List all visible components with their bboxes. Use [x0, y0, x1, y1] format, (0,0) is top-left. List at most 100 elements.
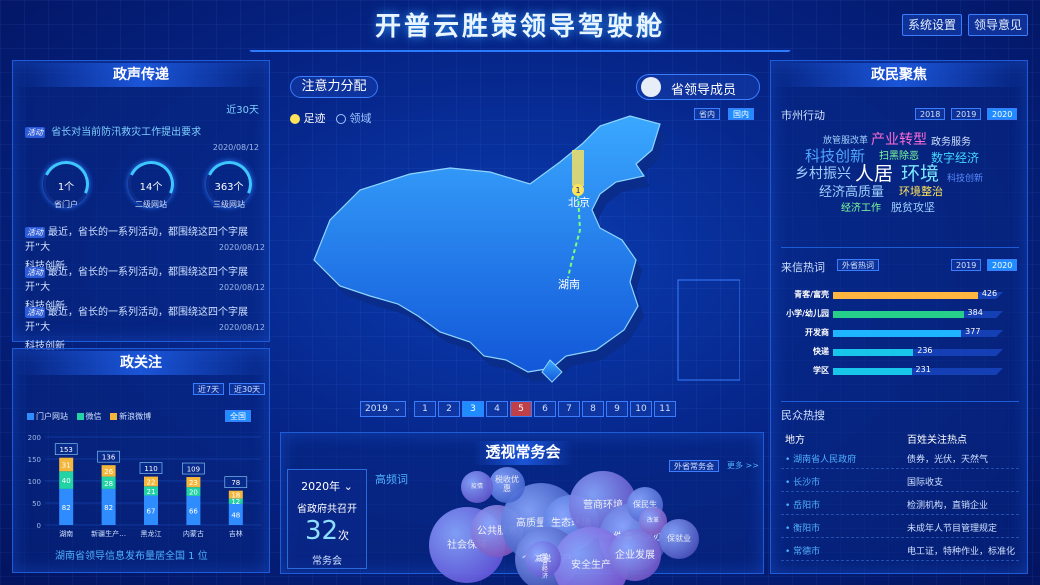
beijing-pillar — [572, 150, 584, 186]
year-value: 2019 — [365, 404, 388, 414]
scope-all-button[interactable]: 全国 — [225, 410, 251, 422]
gov-voice-title: 政声传递 — [13, 63, 269, 87]
leader-selector[interactable]: 省领导成员 — [636, 74, 760, 100]
search-row[interactable]: • 湖南省人民政府 债券，光伏，天然气 — [781, 447, 1019, 469]
search-row[interactable]: • 岳阳市 检测机构，直销企业 — [781, 493, 1019, 515]
period-label[interactable]: 近30天 — [226, 101, 259, 116]
page-6-button[interactable]: 6 — [534, 401, 556, 417]
hotword-row[interactable]: 快递 236 — [781, 346, 1019, 360]
hot-word[interactable]: 经济高质量 — [819, 181, 884, 200]
meeting-count: 32 — [304, 516, 339, 546]
news-text: 最近，省长的一系列活动，都围绕这四个字展开“大 — [25, 267, 248, 293]
more-link[interactable]: 更多 >> — [727, 460, 759, 471]
bar-value-label: 26 — [104, 468, 113, 476]
hotword-bars: 青客/富壳 426 小学/幼儿园 384 开发商 377 快递 236 学区 231 — [781, 289, 1019, 389]
news-item[interactable]: 活动 最近，省长的一系列活动，都围绕这四个字展开“大 科技创新 2020/08/1… — [25, 303, 265, 352]
hot-word[interactable]: 政务服务 — [931, 133, 971, 148]
bar-value-label: 82 — [62, 504, 71, 512]
outside-hotwords-tab[interactable]: 外省热词 — [837, 259, 879, 271]
page-5-button[interactable]: 5 — [510, 401, 532, 417]
page-2-button[interactable]: 2 — [438, 401, 460, 417]
page-1-button[interactable]: 1 — [414, 401, 436, 417]
headline-item[interactable]: 活动 省长对当前防汛救灾工作提出要求 — [25, 123, 201, 138]
marker-number: 1 — [575, 186, 580, 195]
bar-value-label: 23 — [189, 479, 198, 487]
hunan-label: 湖南 — [558, 278, 580, 291]
system-settings-button[interactable]: 系统设置 — [902, 14, 962, 36]
topic-cell: 国际收支 — [907, 478, 944, 488]
keyword-bubble[interactable]: 疫情 — [461, 471, 493, 503]
standing-meeting-title: 透视常务会 — [473, 441, 573, 465]
bar-value-label: 22 — [147, 478, 156, 486]
year-2018[interactable]: 2018 — [915, 108, 946, 120]
topic-cell: 检测机构，直销企业 — [907, 501, 989, 511]
bar-value-label: 28 — [104, 480, 113, 488]
hot-word[interactable]: 环境整治 — [899, 183, 943, 199]
leader-feedback-button[interactable]: 领导意见 — [968, 14, 1028, 36]
year-select[interactable]: 2019 ⌄ — [360, 401, 406, 417]
public-focus-panel: 政民聚焦 市州行动 2018 2019 2020 放管服改革 产业转型 政务服务 科技… — [770, 60, 1028, 574]
page-10-button[interactable]: 10 — [630, 401, 652, 417]
hotword-value: 377 — [965, 327, 981, 336]
hotword-label: 开发商 — [805, 328, 829, 337]
hotword-label: 学区 — [813, 366, 829, 375]
bullet-icon: • — [785, 524, 794, 534]
headline-date: 2020/08/12 — [212, 143, 259, 152]
china-map-shape — [313, 115, 661, 373]
word-cloud: 放管服改革 产业转型 政务服务 科技创新 扫黑除恶 数字经济 乡村振兴 人居 环境 科技创新 经济高… — [781, 132, 1021, 225]
hot-word[interactable]: 经济工作 — [841, 199, 881, 214]
year-2019[interactable]: 2019 — [951, 108, 982, 120]
hotword-row[interactable]: 学区 231 — [781, 365, 1019, 379]
hot-year-2019[interactable]: 2019 — [951, 259, 982, 271]
hot-word[interactable]: 脱贫攻坚 — [891, 199, 935, 215]
attention-allocation-tab[interactable]: 注意力分配 — [290, 76, 378, 98]
meeting-year[interactable]: 2020年 ⌄ — [288, 478, 366, 494]
page-11-button[interactable]: 11 — [654, 401, 676, 417]
hot-word[interactable]: 科技创新 — [947, 171, 983, 184]
legend-label: 新浪微博 — [119, 412, 152, 421]
activity-tag: 活动 — [25, 307, 45, 318]
high-frequency-label: 高频词 — [375, 473, 408, 486]
keyword-bubble[interactable]: 企业发展 — [609, 529, 661, 581]
place-cell: • 湖南省人民政府 — [785, 452, 856, 465]
page-4-button[interactable]: 4 — [486, 401, 508, 417]
hotword-bar — [833, 292, 978, 299]
hotword-row[interactable]: 开发商 377 — [781, 327, 1019, 341]
keyword-bubble[interactable]: 保就业 — [659, 519, 699, 559]
meeting-unit: 次 — [338, 529, 350, 542]
search-row[interactable]: • 长沙市 国际收支 — [781, 470, 1019, 492]
bullet-icon: • — [785, 478, 794, 488]
hotword-row[interactable]: 小学/幼儿园 384 — [781, 308, 1019, 322]
y-tick-label: 100 — [28, 478, 41, 486]
column-place: 地方 — [785, 435, 805, 446]
letter-hotwords-label: 来信热词 — [781, 261, 825, 274]
hot-year-2020[interactable]: 2020 — [987, 259, 1018, 271]
hotword-label: 青客/富壳 — [794, 290, 829, 299]
page-3-button[interactable]: 3 — [462, 401, 484, 417]
hot-word[interactable]: 产业转型 — [871, 129, 927, 149]
page-9-button[interactable]: 9 — [606, 401, 628, 417]
page-7-button[interactable]: 7 — [558, 401, 580, 417]
y-tick-label: 150 — [28, 456, 41, 464]
page-8-button[interactable]: 8 — [582, 401, 604, 417]
hot-word[interactable]: 环境 — [901, 159, 939, 186]
hotword-bar — [833, 349, 914, 356]
year-2020[interactable]: 2020 — [987, 108, 1018, 120]
keyword-bubble[interactable]: 税收优惠 — [489, 467, 525, 503]
filter-30days[interactable]: 近30天 — [229, 383, 266, 395]
hotword-row[interactable]: 青客/富壳 426 — [781, 289, 1019, 303]
search-row[interactable]: • 常德市 电工证，特种作业，标准化 — [781, 539, 1019, 561]
china-map: 1 北京 湖南 — [313, 115, 740, 383]
gov-focus-title: 政关注 — [13, 351, 269, 375]
place-text: 衡阳市 — [793, 524, 821, 534]
pagination: 1 2 3 4 5 6 7 8 9 10 11 — [414, 401, 676, 417]
activity-tag: 活动 — [25, 227, 45, 238]
hot-word[interactable]: 乡村振兴 — [795, 163, 851, 183]
search-row[interactable]: • 衡阳市 未成年人节目管理规定 — [781, 516, 1019, 538]
beijing-label: 北京 — [568, 195, 590, 209]
bar-value-label: 48 — [231, 511, 240, 519]
meeting-desc: 省政府共召开 — [297, 504, 357, 515]
chevron-down-icon: ⌄ — [393, 404, 401, 414]
keyword-bubble[interactable]: 民营经济 — [541, 553, 549, 579]
filter-7days[interactable]: 近7天 — [193, 383, 225, 395]
